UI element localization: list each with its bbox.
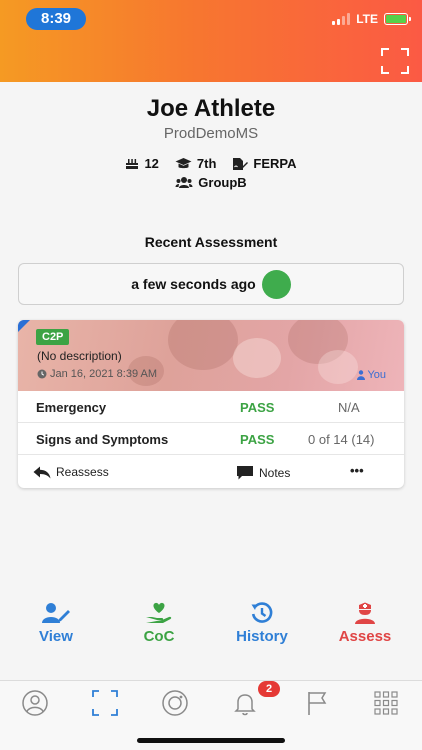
recent-assessment-summary[interactable]: a few seconds ago xyxy=(18,263,404,305)
file-signature-icon xyxy=(233,157,249,170)
user-circle-icon xyxy=(22,690,48,716)
tab-flag[interactable] xyxy=(303,689,331,717)
user-icon xyxy=(357,370,366,380)
network-label: LTE xyxy=(356,12,378,26)
coc-button[interactable]: CoC xyxy=(109,602,209,645)
result-row-emergency: Emergency PASS N/A xyxy=(18,391,404,423)
recent-time-ago: a few seconds ago xyxy=(131,276,256,292)
ellipsis-icon: ••• xyxy=(350,463,364,478)
corner-flag xyxy=(18,320,30,332)
tab-notifications[interactable] xyxy=(231,689,259,717)
home-indicator xyxy=(137,738,285,743)
grid-menu-icon xyxy=(374,691,398,715)
group-tag: GroupB xyxy=(175,175,247,190)
history-button[interactable]: History xyxy=(212,602,312,645)
view-button[interactable]: View xyxy=(6,602,106,645)
tab-camera[interactable] xyxy=(161,689,189,717)
athlete-name: Joe Athlete xyxy=(146,95,276,122)
tab-menu[interactable] xyxy=(372,689,400,717)
reply-arrow-icon xyxy=(33,466,51,478)
assessment-date: Jan 16, 2021 8:39 AM xyxy=(37,368,157,380)
notification-badge: 2 xyxy=(258,681,280,697)
card-header: C2P (No description) Jan 16, 2021 8:39 A… xyxy=(18,320,404,391)
more-options-button[interactable]: ••• xyxy=(350,463,364,478)
result-row-signs-symptoms: Signs and Symptoms PASS 0 of 14 (14) xyxy=(18,423,404,455)
camera-lens-icon xyxy=(162,690,188,716)
age-tag: 12 xyxy=(125,156,159,171)
flag-icon xyxy=(308,692,327,715)
assessment-description: (No description) xyxy=(37,349,122,363)
cake-icon xyxy=(126,159,139,169)
notes-button[interactable]: Notes xyxy=(236,465,290,480)
assessment-card[interactable]: C2P (No description) Jan 16, 2021 8:39 A… xyxy=(18,320,404,488)
history-icon xyxy=(251,602,273,623)
reassess-button[interactable]: Reassess xyxy=(33,465,109,479)
battery-icon xyxy=(384,13,411,25)
tab-scan[interactable] xyxy=(91,689,119,717)
tab-profile[interactable] xyxy=(21,689,49,717)
recent-assessment-title: Recent Assessment xyxy=(144,234,278,250)
assess-button[interactable]: Assess xyxy=(315,602,415,645)
status-dot xyxy=(261,269,291,299)
comment-icon xyxy=(237,466,253,480)
assessment-type-badge: C2P xyxy=(36,329,70,345)
scan-frame-icon xyxy=(92,690,118,716)
graduation-cap-icon xyxy=(175,158,192,169)
profile-tags: 12 7th FERPA xyxy=(0,156,422,171)
school-name: ProdDemoMS xyxy=(163,125,259,142)
user-edit-icon xyxy=(42,603,70,623)
header-bar: 8:39 LTE xyxy=(0,0,422,82)
user-nurse-icon xyxy=(355,602,375,624)
bottom-actions: View CoC History Assess xyxy=(0,602,422,650)
scan-frame-button[interactable] xyxy=(380,47,410,75)
bell-icon xyxy=(234,694,256,716)
card-actions: Reassess Notes ••• xyxy=(18,456,404,488)
users-icon xyxy=(175,177,193,188)
scan-frame-icon xyxy=(381,48,409,74)
clock-icon xyxy=(37,369,47,379)
profile-group-tags: GroupB xyxy=(0,175,422,190)
hand-holding-heart-icon xyxy=(146,602,172,623)
status-time: 8:39 xyxy=(26,8,86,30)
status-indicators: LTE xyxy=(332,11,411,27)
signal-icon xyxy=(332,13,351,25)
assessment-owner: You xyxy=(357,369,386,381)
ferpa-tag: FERPA xyxy=(232,156,297,171)
grade-tag: 7th xyxy=(175,156,216,171)
